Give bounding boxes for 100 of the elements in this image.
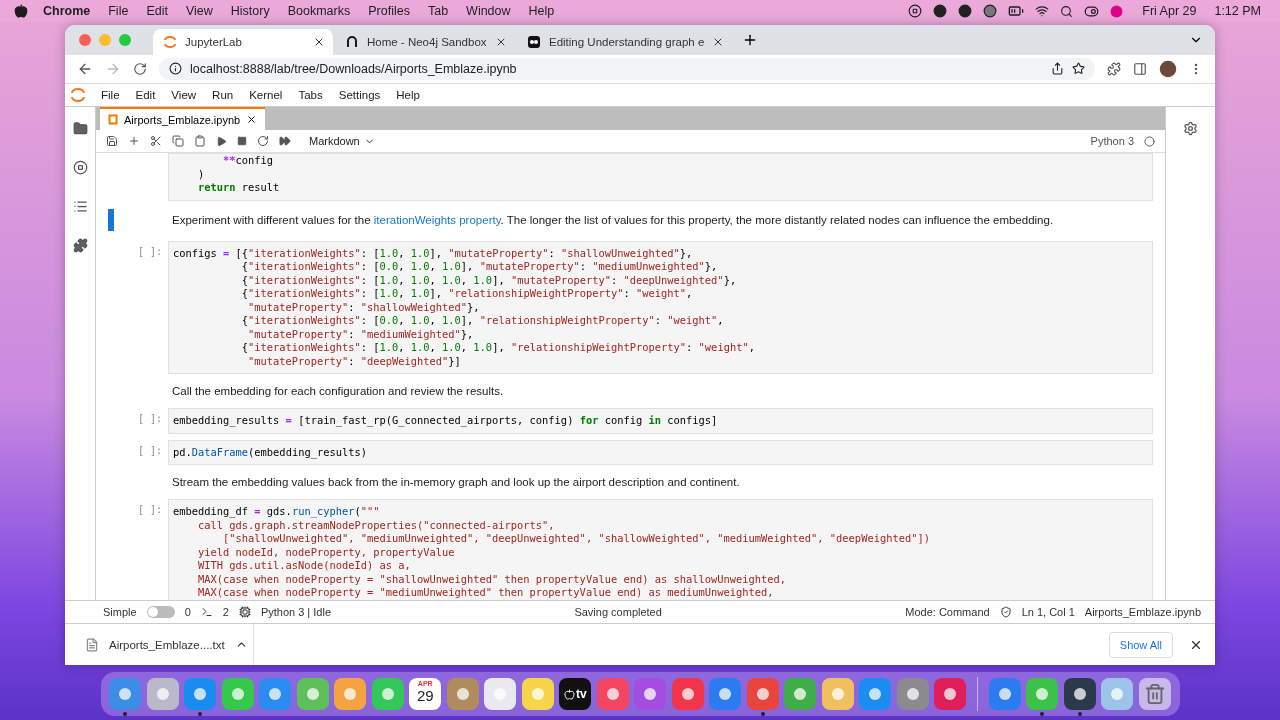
code-cell[interactable]: pd.DataFrame(embedding_results) [168,439,1153,466]
menu-item[interactable]: File [99,4,138,18]
app-icon[interactable] [259,678,292,710]
menu-item[interactable]: View [176,4,222,18]
menu-item[interactable]: File [93,89,128,102]
app-icon[interactable] [371,678,404,710]
link[interactable]: iterationWeights property [373,213,501,226]
file-name: Airports_Emblaze.ipynb [1084,606,1201,619]
close-icon[interactable] [246,114,258,126]
code-cell[interactable] [168,499,1153,601]
app-icon[interactable] [1101,678,1134,710]
settings-icon[interactable] [1183,121,1198,137]
trash-icon[interactable] [1138,678,1171,710]
app-icon[interactable] [859,678,892,710]
document-tab[interactable]: Airports_Emblaze.ipynb [100,107,266,131]
list-icon[interactable] [72,199,88,215]
stop-icon[interactable] [237,136,247,147]
menu-item[interactable]: Help [519,4,564,18]
app-icon[interactable] [1063,678,1096,710]
side-panel-icon[interactable] [1133,61,1147,76]
app-icon[interactable] [446,678,479,710]
battery-icon[interactable] [1008,3,1025,19]
info-icon[interactable] [169,62,182,76]
app-label: tv [575,687,587,701]
menu-item[interactable]: Edit [127,89,164,102]
code-line: {"iterationWeights": [0.0, 1.0, 1.0], "mutateProperty": "mediumUnweighted"}, [240,260,719,274]
terminal-count: 0 [184,606,191,619]
apple-icon[interactable] [14,4,28,18]
app-icon[interactable] [784,678,817,710]
app-icon[interactable] [296,678,329,710]
app-icon[interactable] [709,678,742,710]
stop-icon[interactable] [72,160,88,176]
circle-icon[interactable] [958,4,973,18]
cell-type-dropdown[interactable]: Markdown [309,135,375,148]
puzzle-icon[interactable] [1107,61,1121,76]
menu-item[interactable]: Profiles [359,4,419,18]
show-all-button[interactable]: Show All [1108,631,1173,658]
download-item[interactable]: Airports_Emblaze....txt [109,638,225,651]
code-cell[interactable]: embedding_results = [train_fast_rp(G_connected_airports, config) for config in configs] [168,408,1153,434]
menu-item[interactable]: View [163,89,205,102]
browser-tab[interactable]: JupyterLab [153,28,333,55]
browser-tab[interactable]: Home - Neo4j Sandbox [335,28,515,55]
share-icon[interactable] [1051,62,1064,76]
star-icon[interactable] [1072,62,1085,76]
plus-icon[interactable] [128,135,140,148]
app-icon[interactable] [184,678,217,710]
menu-item[interactable]: Settings [330,89,389,102]
avatar-icon[interactable] [1159,59,1177,78]
app-icon[interactable] [334,678,367,710]
app-icon[interactable] [896,678,929,710]
app-icon[interactable] [484,678,517,710]
stop-icon[interactable] [908,4,923,18]
code-line: embedding_results = [train_fast_rp(G_connected_airports, config) for config in configs] [173,414,719,428]
app-icon[interactable] [671,678,704,710]
code-line: {"iterationWeights": [1.0, 1.0, 1.0, 1.0], "mutateProperty": "deepUnweighted"}, [240,273,738,288]
code-cell[interactable]: **config ) return result [168,153,1153,201]
folder-icon[interactable] [72,121,88,137]
code-line: return result [197,181,281,195]
toggle-switch[interactable] [146,606,175,619]
app-icon[interactable] [146,678,179,710]
app-icon[interactable] [521,678,554,710]
menu-item[interactable]: Tab [418,4,458,18]
cut-icon[interactable] [150,135,162,148]
reload-icon[interactable] [133,61,147,76]
app-icon[interactable] [634,678,667,710]
app-icon[interactable] [221,678,254,710]
wifi-icon[interactable] [1035,4,1050,18]
menu-item[interactable]: Tabs [290,89,331,102]
menu-item[interactable]: History [221,4,279,18]
menu-item[interactable]: Chrome [34,4,100,18]
fast-forward-icon[interactable] [279,135,291,148]
app-icon[interactable] [988,678,1021,710]
circle-icon[interactable] [983,4,998,18]
menu-item[interactable]: Window [457,4,520,18]
menu-item[interactable]: Kernel [241,89,291,102]
app-icon[interactable] [1026,678,1059,710]
run-icon[interactable] [216,135,227,147]
paragraph: Experiment with different values for the iterationWeights property. The longer the list of values for this property, the more distantly related nodes can influence the embedding. [171,212,1055,228]
browser-tab[interactable]: Editing Understanding graph e [517,28,733,55]
app-icon[interactable] [746,678,779,710]
search-icon[interactable] [1060,4,1074,18]
save-icon[interactable] [106,135,118,148]
shield-icon [999,606,1012,619]
terminal-icon [200,606,213,619]
menu-item[interactable]: Help [388,89,428,102]
code-cell[interactable] [168,240,1153,375]
circle-icon[interactable] [933,4,948,18]
switches-icon[interactable] [1084,3,1100,19]
paste-icon[interactable] [194,135,206,148]
app-icon[interactable] [109,678,142,710]
copy-icon[interactable] [172,135,184,148]
tv-app-icon[interactable]: tv [559,678,592,710]
app-icon[interactable] [821,678,854,710]
puzzle-icon[interactable] [72,238,88,254]
app-icon[interactable] [934,678,967,710]
menu-item[interactable]: Bookmarks [278,4,360,18]
menu-item[interactable]: Run [204,89,242,102]
code-line: call gds.graph.streamNodeProperties("connected-airports", [197,518,556,533]
restart-icon[interactable] [257,135,269,148]
menu-item[interactable]: Edit [137,4,177,18]
